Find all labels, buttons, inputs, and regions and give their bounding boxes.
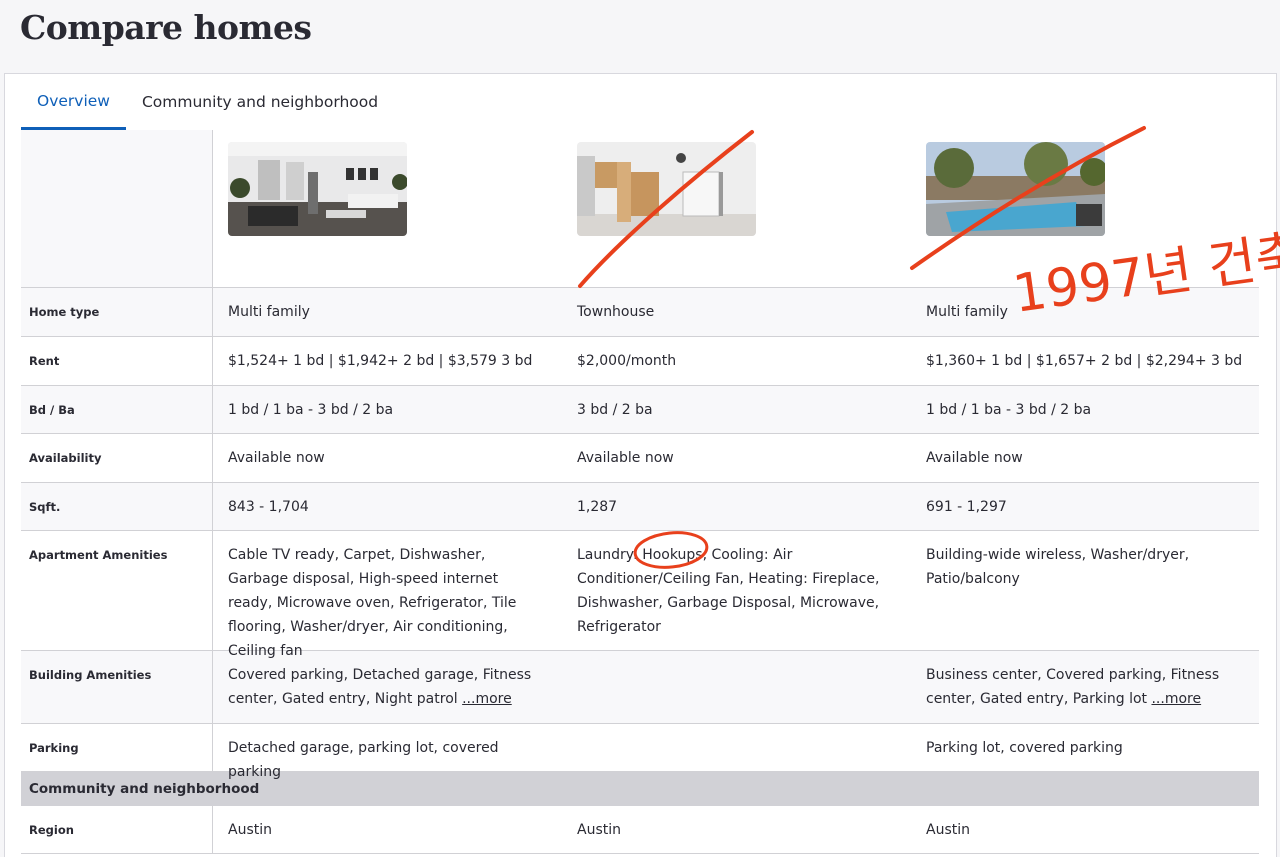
home-3-photo-cell [911, 130, 1259, 287]
home-2-photo-cell [562, 130, 911, 287]
table-cell [562, 724, 911, 771]
interior-kitchen-photo-icon [577, 142, 756, 236]
table-cell: Business center, Covered parking, Fitnes… [911, 651, 1259, 723]
table-cell: 1,287 [577, 499, 618, 515]
table-cell: Austin [577, 822, 621, 838]
table-cell [562, 651, 911, 723]
table-cell: Austin [228, 822, 272, 838]
photo-row-label [21, 130, 213, 287]
table-cell: 1 bd / 1 ba - 3 bd / 2 ba [228, 402, 394, 418]
table-row-parking: Parking Detached garage, parking lot, co… [21, 724, 1259, 780]
tab-bar: Overview Community and neighborhood [21, 74, 394, 130]
row-label: Availability [21, 434, 213, 482]
table-cell: Building-wide wireless, Washer/dryer, Pa… [926, 547, 1190, 587]
table-cell: Laundry: Hookups, Cooling: Air Condition… [577, 547, 880, 635]
table-cell: Parking lot, covered parking [926, 740, 1123, 756]
table-cell: Multi family [228, 304, 310, 320]
table-cell: Cable TV ready, Carpet, Dishwasher, Garb… [228, 547, 517, 659]
table-row-bd-ba: Bd / Ba 1 bd / 1 ba - 3 bd / 2 ba 3 bd /… [21, 386, 1259, 434]
home-2-photo[interactable] [577, 142, 756, 236]
row-label: Apartment Amenities [21, 531, 213, 650]
table-row-sqft: Sqft. 843 - 1,704 1,287 691 - 1,297 [21, 483, 1259, 531]
section-header-community: Community and neighborhood [21, 772, 1259, 806]
table-cell: Available now [228, 450, 325, 466]
table-cell: 691 - 1,297 [926, 499, 1007, 515]
table-cell: Available now [577, 450, 674, 466]
home-1-photo-cell [213, 130, 562, 287]
table-cell: 843 - 1,704 [228, 499, 309, 515]
tab-overview[interactable]: Overview [21, 74, 126, 130]
tab-community-neighborhood[interactable]: Community and neighborhood [126, 74, 394, 130]
more-link[interactable]: ...more [462, 691, 512, 707]
table-row-region: Region Austin Austin Austin [21, 806, 1259, 854]
table-cell: Austin [926, 822, 970, 838]
table-cell: Detached garage, parking lot, covered pa… [228, 740, 499, 780]
row-label: Bd / Ba [21, 386, 213, 433]
home-1-photo[interactable] [228, 142, 407, 236]
compare-card: Overview Community and neighborhood Home… [4, 73, 1277, 857]
row-label: Rent [21, 337, 213, 385]
row-label: Parking [21, 724, 213, 771]
table-row-availability: Availability Available now Available now… [21, 434, 1259, 483]
photo-row [21, 130, 1259, 288]
page-title: Compare homes [20, 8, 312, 47]
table-row-home-type: Home type Multi family Townhouse Multi f… [21, 288, 1259, 337]
table-cell: 3 bd / 2 ba [577, 402, 653, 418]
table-cell: 1 bd / 1 ba - 3 bd / 2 ba [926, 402, 1092, 418]
interior-living-room-photo-icon [228, 142, 407, 236]
table-cell: Multi family [926, 304, 1008, 320]
row-label: Sqft. [21, 483, 213, 530]
more-link[interactable]: ...more [1151, 691, 1201, 707]
table-cell: Covered parking, Detached garage, Fitnes… [213, 651, 562, 723]
row-label: Building Amenities [21, 651, 213, 723]
table-cell: $1,524+ 1 bd | $1,942+ 2 bd | $3,579 3 b… [228, 353, 533, 369]
table-cell: Townhouse [577, 304, 655, 320]
table-row-rent: Rent $1,524+ 1 bd | $1,942+ 2 bd | $3,57… [21, 337, 1259, 386]
row-label: Home type [21, 288, 213, 336]
exterior-pool-photo-icon [926, 142, 1105, 236]
row-label: Region [21, 806, 213, 853]
comparison-table: Home type Multi family Townhouse Multi f… [21, 130, 1259, 854]
table-row-building-amenities: Building Amenities Covered parking, Deta… [21, 651, 1259, 724]
table-cell: $2,000/month [577, 353, 677, 369]
table-row-apartment-amenities: Apartment Amenities Cable TV ready, Carp… [21, 531, 1259, 659]
table-cell: Available now [926, 450, 1023, 466]
table-cell: $1,360+ 1 bd | $1,657+ 2 bd | $2,294+ 3 … [926, 353, 1243, 369]
home-3-photo[interactable] [926, 142, 1105, 236]
